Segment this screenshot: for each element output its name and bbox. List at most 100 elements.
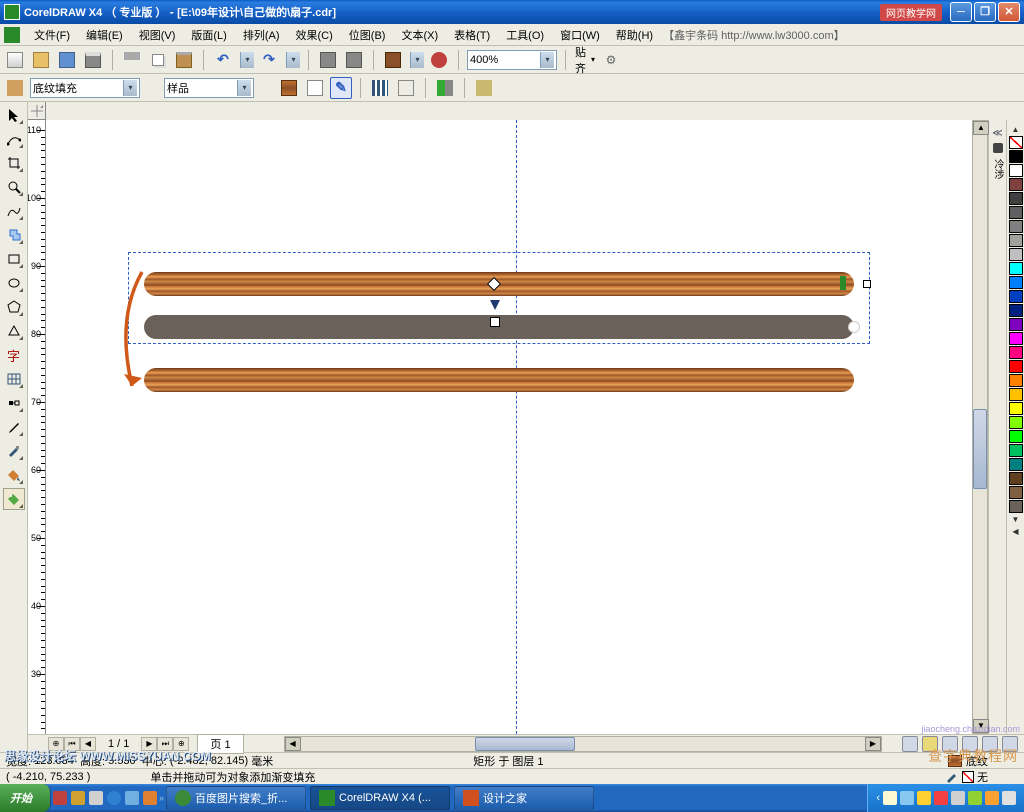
fill-tool2[interactable] [3, 464, 25, 486]
taskbar-item-coreldraw[interactable]: CorelDRAW X4 (... [310, 786, 450, 810]
swatch-c0c0c0[interactable] [1009, 248, 1023, 261]
swatch-606060[interactable] [1009, 206, 1023, 219]
menu-view[interactable]: 视图(V) [131, 25, 184, 45]
swatch-none[interactable] [1009, 136, 1023, 149]
ellipse-tool[interactable] [3, 272, 25, 294]
palette-down-arrow[interactable]: ▼ [1011, 514, 1021, 525]
quicklaunch-6[interactable] [143, 791, 157, 805]
ruler-origin-corner[interactable] [28, 102, 46, 120]
freehand-tool[interactable] [3, 200, 25, 222]
tile-button[interactable] [369, 77, 391, 99]
basic-shapes-tool[interactable] [3, 320, 25, 342]
options-button[interactable]: ⚙ [600, 49, 622, 71]
docker-tab-2[interactable]: 冷涉 [990, 157, 1005, 181]
shape-tool[interactable] [3, 128, 25, 150]
swatch-808080[interactable] [1009, 220, 1023, 233]
tray-icon-8[interactable] [1002, 791, 1016, 805]
menu-layout[interactable]: 版面(L) [183, 25, 234, 45]
maximize-button[interactable]: ❐ [974, 2, 996, 22]
menu-file[interactable]: 文件(F) [26, 25, 78, 45]
mirror-button[interactable] [434, 77, 456, 99]
crop-tool[interactable] [3, 152, 25, 174]
swatch-6a625a[interactable] [1009, 500, 1023, 513]
interactive-tool[interactable] [3, 392, 25, 414]
eyedropper-tool[interactable] [3, 416, 25, 438]
swatch-ffffff[interactable] [1009, 164, 1023, 177]
fill-tool-button[interactable] [4, 77, 26, 99]
swatch-00c060[interactable] [1009, 444, 1023, 457]
palette-flyout-arrow[interactable]: ◀ [1011, 526, 1019, 537]
snap-button[interactable]: 贴齐 ▾ [574, 49, 596, 71]
close-button[interactable]: ✕ [998, 2, 1020, 22]
smart-fill-tool[interactable] [3, 224, 25, 246]
copy-button[interactable] [147, 49, 169, 71]
quicklaunch-2[interactable] [71, 791, 85, 805]
menu-window[interactable]: 窗口(W) [552, 25, 608, 45]
menu-arrange[interactable]: 排列(A) [235, 25, 288, 45]
quicklaunch-5[interactable] [125, 791, 139, 805]
menu-table[interactable]: 表格(T) [446, 25, 498, 45]
swatch-804040[interactable] [1009, 178, 1023, 191]
tray-icon-5[interactable] [951, 791, 965, 805]
swatch-00ff00[interactable] [1009, 430, 1023, 443]
swatch-806040[interactable] [1009, 486, 1023, 499]
menu-edit[interactable]: 编辑(E) [78, 25, 131, 45]
swatch-00ffff[interactable] [1009, 262, 1023, 275]
welcome-button[interactable] [428, 49, 450, 71]
undo-dropdown[interactable]: ▾ [240, 52, 254, 68]
fill-end-marker[interactable] [490, 317, 500, 327]
swatch-ff0000[interactable] [1009, 360, 1023, 373]
edit-fill-button[interactable]: ✎ [330, 77, 352, 99]
swatch-80ff00[interactable] [1009, 416, 1023, 429]
tray-icon-3[interactable] [917, 791, 931, 805]
copy-props-button[interactable] [473, 77, 495, 99]
zoom-tool[interactable] [3, 176, 25, 198]
swatch-0080ff[interactable] [1009, 276, 1023, 289]
redo-button[interactable]: ↷ [258, 49, 280, 71]
tray-icon-1[interactable] [883, 791, 897, 805]
import-button[interactable] [317, 49, 339, 71]
tray-icon-6[interactable] [968, 791, 982, 805]
menu-help[interactable]: 帮助(H) [608, 25, 661, 45]
swatch-002080[interactable] [1009, 304, 1023, 317]
pattern-select[interactable]: 样品 ▾ [164, 78, 254, 98]
zoom-select[interactable]: 400% ▾ [467, 50, 557, 70]
menu-extra-link[interactable]: 【鑫宇条码 http://www.lw3000.com】 [661, 27, 847, 43]
fill-type-select[interactable]: 底纹填充 ▾ [30, 78, 140, 98]
canvas[interactable]: 眠图网 www.nipic.com [46, 120, 972, 734]
tray-icon-7[interactable] [985, 791, 999, 805]
start-button[interactable]: 开始 [0, 784, 51, 812]
swatch-000000[interactable] [1009, 150, 1023, 163]
menu-text[interactable]: 文本(X) [393, 25, 446, 45]
outline-none-swatch[interactable] [962, 771, 974, 783]
collapse-tab-icon[interactable]: ≪ [992, 128, 1002, 139]
palette-up-arrow[interactable]: ▲ [1011, 124, 1021, 135]
horizontal-scrollbar[interactable]: ◀ ▶ [284, 736, 882, 752]
mini-view-1[interactable] [902, 736, 918, 752]
menu-tools[interactable]: 工具(O) [498, 25, 552, 45]
interactive-fill-tool[interactable] [3, 488, 25, 510]
quicklaunch-3[interactable] [89, 791, 103, 805]
cut-button[interactable] [121, 49, 143, 71]
outline-pen-icon[interactable] [945, 770, 959, 784]
open-button[interactable] [30, 49, 52, 71]
tray-expand-icon[interactable]: ‹ [876, 792, 880, 804]
swatch-ffc000[interactable] [1009, 388, 1023, 401]
swatch-ff00ff[interactable] [1009, 332, 1023, 345]
taskbar-item-design[interactable]: 设计之家 [454, 786, 594, 810]
outline-tool[interactable] [3, 440, 25, 462]
undo-button[interactable]: ↶ [212, 49, 234, 71]
fill-dialog-button[interactable] [304, 77, 326, 99]
menu-bitmap[interactable]: 位图(B) [341, 25, 394, 45]
tray-icon-2[interactable] [900, 791, 914, 805]
system-tray[interactable]: ‹ [867, 784, 1024, 812]
app-dropdown[interactable]: ▾ [410, 52, 424, 68]
swatch-604020[interactable] [1009, 472, 1023, 485]
fill-direction-marker[interactable] [490, 300, 500, 310]
paste-button[interactable] [173, 49, 195, 71]
pick-tool[interactable] [3, 104, 25, 126]
vertical-scrollbar[interactable]: ▲ ▼ [972, 120, 988, 734]
swatch-ff8000[interactable] [1009, 374, 1023, 387]
quicklaunch-1[interactable] [53, 791, 67, 805]
table-tool[interactable] [3, 368, 25, 390]
